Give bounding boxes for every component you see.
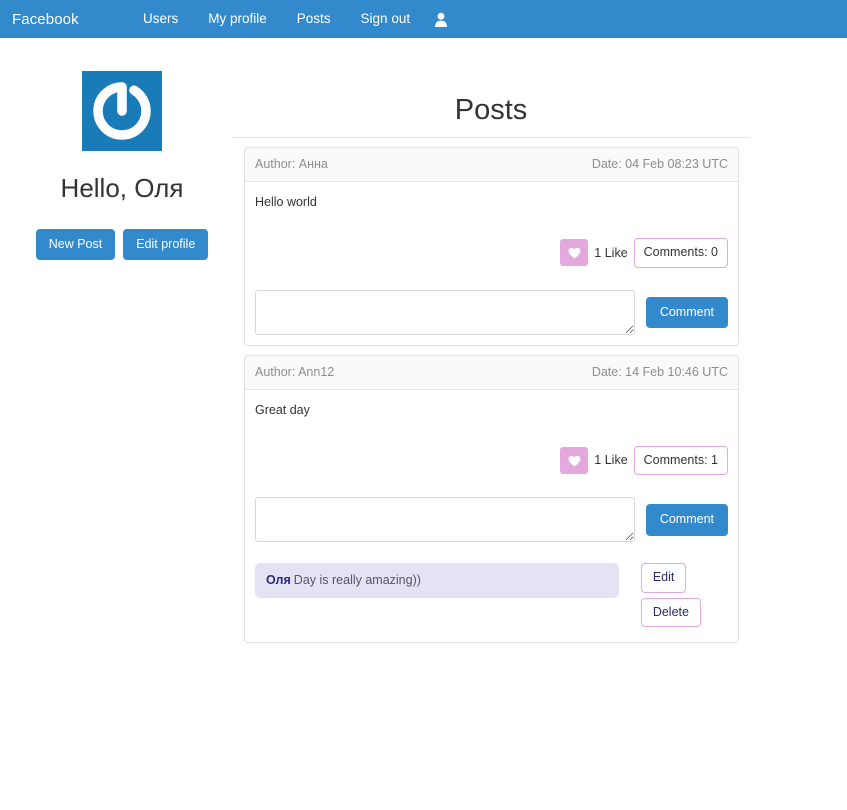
nav-link-users[interactable]: Users: [128, 0, 193, 38]
post-date: Date: 04 Feb 08:23 UTC: [591, 156, 728, 171]
comment-actions: Edit Delete: [619, 563, 728, 632]
comment-item: Оля Day is really amazing)) Edit Delete: [255, 563, 728, 632]
post-header: Author: Анна Date: 04 Feb 08:23 UTC: [245, 147, 738, 183]
profile-sidebar: Hello, Оля New Post Edit profile: [0, 38, 244, 261]
post-body: Hello world 1 Like Comments: 0 Comment: [245, 182, 738, 344]
avatar: [82, 71, 162, 151]
post-body: Great day 1 Like Comments: 1 Comment Оля…: [245, 390, 738, 642]
like-count: 1 Like: [594, 453, 628, 468]
like-button[interactable]: [560, 239, 589, 267]
comment-form: Comment: [255, 497, 728, 543]
comment-input[interactable]: [255, 289, 635, 335]
page-body: Hello, Оля New Post Edit profile Posts A…: [0, 38, 847, 810]
comment-list: Оля Day is really amazing)) Edit Delete: [255, 563, 728, 632]
heart-icon: [568, 455, 581, 466]
new-post-button[interactable]: New Post: [35, 228, 116, 261]
title-divider: [232, 136, 750, 138]
submit-comment-button[interactable]: Comment: [645, 296, 728, 329]
nav-link-my-profile[interactable]: My profile: [193, 0, 282, 38]
nav-link-posts[interactable]: Posts: [282, 0, 346, 38]
post-author: Author: Анна: [255, 156, 328, 171]
heart-icon: [568, 247, 581, 259]
page-greeting: Hello, Оля: [60, 173, 184, 203]
page-title: Posts: [454, 94, 528, 126]
submit-comment-button[interactable]: Comment: [645, 504, 728, 536]
user-icon[interactable]: [425, 12, 454, 27]
comment-bubble: Оля Day is really amazing)): [255, 563, 619, 599]
post-card: Author: Ann12 Date: 14 Feb 10:46 UTC Gre…: [244, 354, 739, 644]
edit-profile-button[interactable]: Edit profile: [123, 228, 209, 261]
comment-author: Оля: [266, 573, 291, 588]
comment-form: Comment: [255, 289, 728, 335]
post-date: Date: 14 Feb 10:46 UTC: [591, 364, 728, 379]
delete-comment-button[interactable]: Delete: [640, 597, 701, 628]
comment-input[interactable]: [255, 497, 635, 543]
top-navbar: Facebook Users My profile Posts Sign out: [0, 0, 847, 38]
post-like-row: 1 Like Comments: 0: [255, 238, 728, 268]
post-text: Hello world: [255, 195, 317, 210]
post-text: Great day: [255, 403, 310, 418]
comment-text: Day is really amazing)): [293, 573, 421, 588]
post-author: Author: Ann12: [255, 364, 335, 379]
navbar-brand[interactable]: Facebook: [0, 11, 128, 28]
comments-toggle-button[interactable]: Comments: 1: [633, 445, 728, 476]
main-content: Posts Author: Анна Date: 04 Feb 08:23 UT…: [232, 38, 750, 644]
edit-comment-button[interactable]: Edit: [640, 563, 687, 593]
post-like-row: 1 Like Comments: 1: [255, 445, 728, 476]
nav-link-sign-out[interactable]: Sign out: [346, 0, 426, 38]
like-count: 1 Like: [594, 245, 628, 260]
navbar-links: Users My profile Posts Sign out: [128, 0, 454, 38]
like-button[interactable]: [560, 447, 589, 475]
comments-toggle-button[interactable]: Comments: 0: [633, 238, 728, 268]
post-card: Author: Анна Date: 04 Feb 08:23 UTC Hell…: [244, 146, 739, 346]
posts-list: Author: Анна Date: 04 Feb 08:23 UTC Hell…: [232, 146, 739, 644]
post-header: Author: Ann12 Date: 14 Feb 10:46 UTC: [245, 355, 738, 391]
profile-action-buttons: New Post Edit profile: [0, 228, 244, 261]
